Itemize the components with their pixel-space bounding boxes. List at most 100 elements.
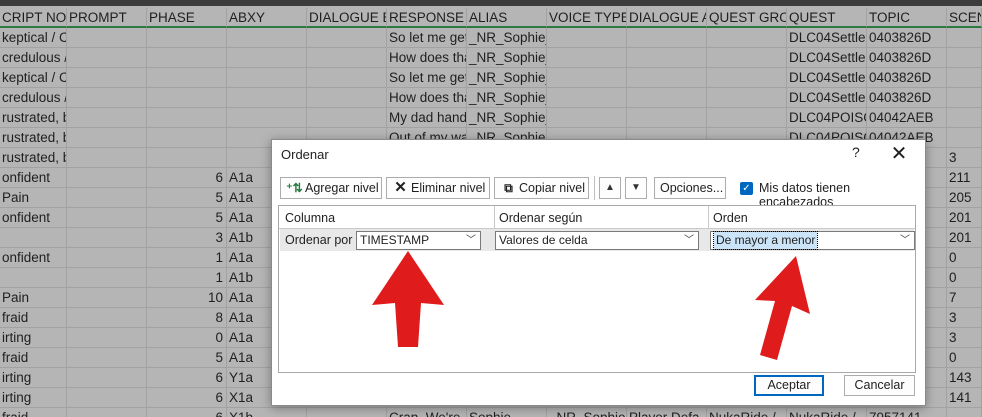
sheet-cell[interactable]: So let me get this straight [387,68,467,88]
sheet-cell[interactable]: _NR_Sophie_VoiceType [467,28,547,48]
sheet-cell[interactable]: irting [0,388,67,408]
sheet-cell[interactable]: 201 [947,228,982,248]
sheet-cell[interactable] [0,268,67,288]
sheet-cell[interactable] [227,108,307,128]
sheet-cell[interactable]: keptical / Concerned [0,28,67,48]
sheet-cell[interactable]: 04042AEB [867,108,947,128]
sheet-cell[interactable] [627,68,707,88]
sheet-cell[interactable] [307,68,387,88]
sheet-cell[interactable]: 7957141 [867,408,947,417]
sheet-cell[interactable] [947,108,982,128]
sheet-cell[interactable] [947,28,982,48]
sheet-cell[interactable] [67,208,147,228]
order-select[interactable]: De mayor a menor ﹀ [710,231,915,250]
column-header-cell[interactable]: ABXY [227,8,307,28]
sheet-cell[interactable]: 1 [147,248,227,268]
column-header-cell[interactable]: DIALOGUE B [307,8,387,28]
sheet-cell[interactable]: keptical / Concerned [0,68,67,88]
sheet-cell[interactable] [147,108,227,128]
sheet-cell[interactable]: So let me get this straight [387,28,467,48]
headers-checkbox[interactable]: ✓ [740,182,753,195]
sheet-cell[interactable]: 0 [947,248,982,268]
sheet-cell[interactable]: 0 [147,328,227,348]
sheet-cell[interactable] [67,308,147,328]
sheet-cell[interactable] [67,348,147,368]
sheet-cell[interactable]: DLC04Settler [787,28,867,48]
options-button[interactable]: Opciones... [654,177,726,199]
column-header-cell[interactable]: RESPONSE TE [387,8,467,28]
column-header-cell[interactable]: PROMPT [67,8,147,28]
sheet-cell[interactable]: _NR_Sophie_VoiceType [467,68,547,88]
sheet-cell[interactable] [307,88,387,108]
column-header-cell[interactable]: CRIPT NOTE [0,8,67,28]
sheet-cell[interactable]: 143 [947,368,982,388]
sheet-cell[interactable]: 8 [147,308,227,328]
sheet-cell[interactable]: 6 [147,168,227,188]
sheet-cell[interactable]: 3 [947,148,982,168]
sheet-cell[interactable] [67,388,147,408]
sheet-cell[interactable]: 3 [947,308,982,328]
sheet-cell[interactable]: 7 [947,288,982,308]
sheet-cell[interactable]: rustrated, bitter. / Irritated [0,148,67,168]
sheet-cell[interactable]: _NR_Sophie_VoiceType [467,108,547,128]
sheet-cell[interactable] [67,88,147,108]
move-up-button[interactable]: ▲ [599,177,621,199]
sheet-cell[interactable] [67,248,147,268]
sheet-cell[interactable]: _NR_Sophie_VoiceType [467,88,547,108]
sheet-cell[interactable] [67,108,147,128]
sheet-cell[interactable]: 1 [147,268,227,288]
sheet-cell[interactable]: 205 [947,188,982,208]
sheet-cell[interactable]: 5 [147,348,227,368]
sheet-cell[interactable] [947,88,982,108]
sheet-cell[interactable] [147,128,227,148]
sheet-cell[interactable]: 0403826D [867,68,947,88]
sheet-cell[interactable]: My dad handles the busin [387,108,467,128]
sheet-cell[interactable]: irting [0,328,67,348]
sheet-cell[interactable] [627,88,707,108]
sheet-cell[interactable] [0,228,67,248]
sheet-cell[interactable]: fraid [0,408,67,417]
sheet-cell[interactable]: fraid [0,348,67,368]
column-header-cell[interactable]: PHASE [147,8,227,28]
sheet-cell[interactable]: irting [0,368,67,388]
sheet-cell[interactable] [547,48,627,68]
sheet-cell[interactable]: 201 [947,208,982,228]
sheet-cell[interactable] [307,108,387,128]
column-header-cell[interactable]: QUEST [787,8,867,28]
sheet-cell[interactable] [227,68,307,88]
sheet-cell[interactable] [707,48,787,68]
sheet-cell[interactable]: Pain [0,188,67,208]
sheet-cell[interactable]: credulous / Angry [0,48,67,68]
sheet-cell[interactable]: 0403826D [867,88,947,108]
sheet-cell[interactable] [67,68,147,88]
sheet-cell[interactable]: 0 [947,348,982,368]
sheet-cell[interactable] [947,128,982,148]
sheet-cell[interactable]: NukaRide / [707,408,787,417]
sheet-cell[interactable] [947,48,982,68]
sheet-cell[interactable]: _NR_Sophie_VoiceType [467,48,547,68]
sheet-cell[interactable]: fraid [0,308,67,328]
sheet-cell[interactable] [67,48,147,68]
sheet-cell[interactable] [67,408,147,417]
column-header-cell[interactable]: SCEN [947,8,982,28]
sheet-cell[interactable]: Crap. We're [387,408,467,417]
sheet-cell[interactable]: How does that work? He a [387,48,467,68]
sheet-cell[interactable] [307,28,387,48]
sheet-cell[interactable] [307,408,387,417]
sheet-cell[interactable] [707,28,787,48]
sheet-cell[interactable]: Sophie [467,408,547,417]
ok-button[interactable]: Aceptar [754,375,824,396]
sheet-cell[interactable]: _NR_Sophie [547,408,627,417]
sheet-cell[interactable]: DLC04Settler [787,88,867,108]
sheet-cell[interactable]: 3 [947,328,982,348]
sheet-cell[interactable] [227,48,307,68]
sheet-cell[interactable] [67,328,147,348]
sheet-cell[interactable]: DLC04Settler [787,48,867,68]
sheet-cell[interactable]: 6 [147,388,227,408]
sheet-cell[interactable] [627,108,707,128]
sheet-cell[interactable]: 5 [147,188,227,208]
sheet-cell[interactable]: DLC04POISC( [787,108,867,128]
column-header-cell[interactable]: VOICE TYPE [547,8,627,28]
sheet-cell[interactable]: 3 [147,228,227,248]
sheet-cell[interactable] [147,68,227,88]
